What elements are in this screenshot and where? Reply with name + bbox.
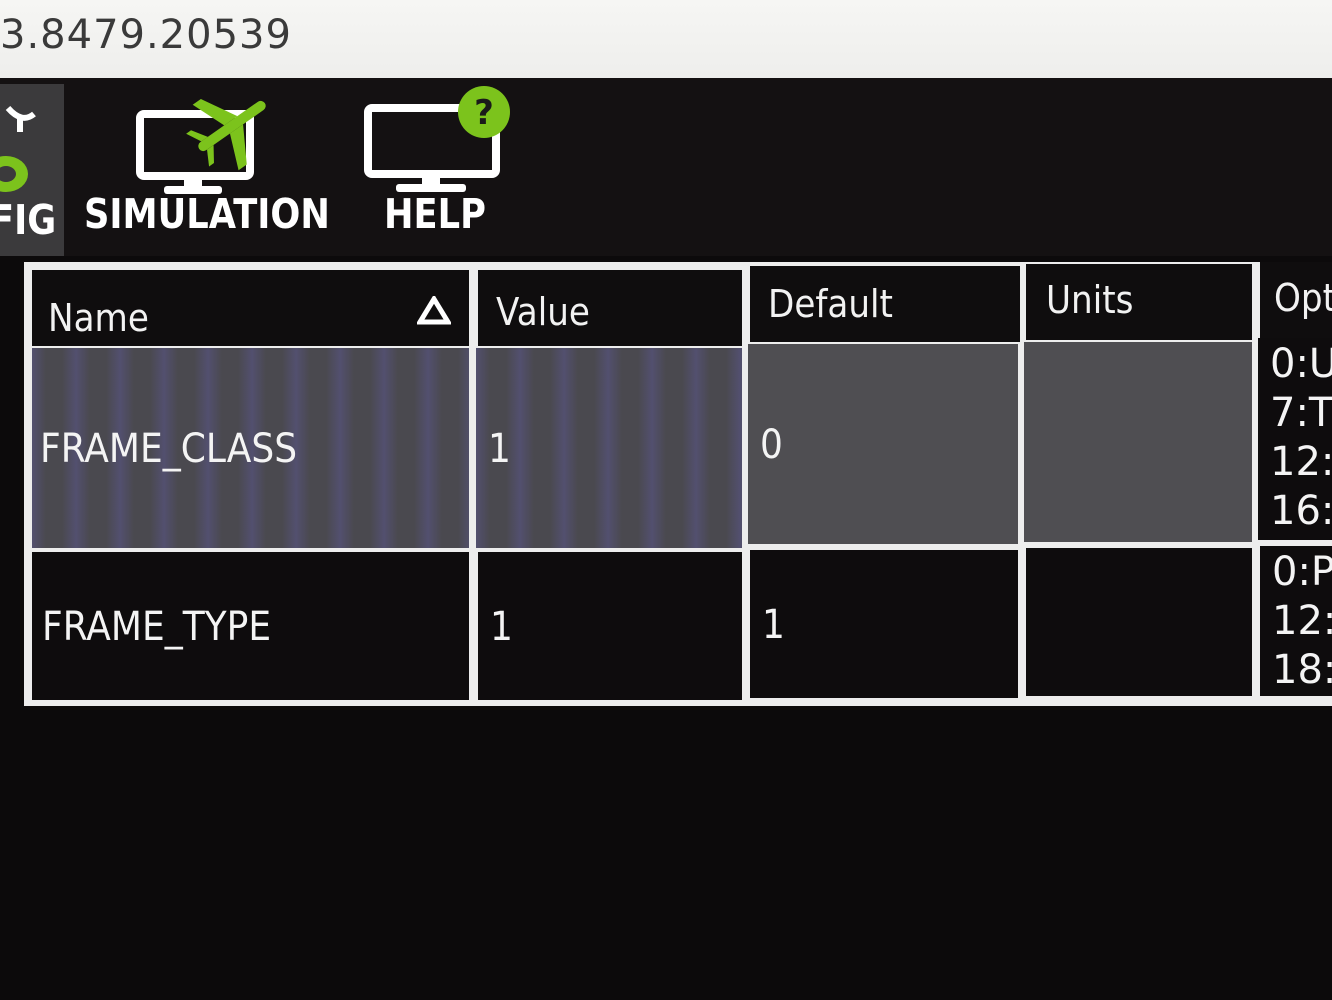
- table-row-2-options: 0:P 12: 18:: [1260, 546, 1332, 696]
- column-header-options-label: Opt: [1274, 276, 1332, 320]
- table-row-2-default: 1: [750, 550, 1018, 698]
- parameter-table: Name Value Default Units Opt FRAME_CLASS…: [24, 262, 1332, 706]
- simulation-button[interactable]: SIMULATION: [82, 78, 342, 256]
- param-value: 1: [488, 426, 511, 472]
- table-row-1-default: 0: [748, 344, 1018, 544]
- param-name: FRAME_TYPE: [42, 604, 272, 650]
- param-default: 1: [762, 602, 785, 648]
- option-line: 0:P: [1272, 549, 1332, 595]
- table-row-2-name[interactable]: FRAME_TYPE: [32, 552, 469, 700]
- table-row-1-units: [1024, 342, 1252, 542]
- config-button[interactable]: FIG: [0, 84, 64, 256]
- table-row-1-options: 0:U 7:T 12: 16:: [1258, 338, 1332, 540]
- title-bar: 3.8479.20539: [0, 0, 1332, 78]
- column-header-name-label: Name: [48, 296, 149, 340]
- column-header-value[interactable]: Value: [478, 270, 742, 346]
- column-header-value-label: Value: [496, 290, 590, 334]
- option-line: 18:: [1272, 647, 1332, 693]
- option-line: 16:: [1270, 488, 1332, 534]
- column-header-options[interactable]: Opt: [1260, 262, 1332, 338]
- option-line: 0:U: [1270, 341, 1332, 387]
- help-label: HELP: [384, 190, 486, 238]
- main-toolbar: FIG SIMULATION: [0, 78, 1332, 256]
- help-button[interactable]: ? HELP: [360, 78, 530, 256]
- param-value: 1: [490, 604, 513, 650]
- table-row-1-name[interactable]: FRAME_CLASS: [32, 348, 469, 548]
- simulation-label: SIMULATION: [84, 190, 330, 238]
- sort-ascending-icon: [417, 296, 451, 325]
- option-line: 12:: [1270, 439, 1332, 485]
- monitor-help-icon: ?: [364, 86, 510, 192]
- param-name: FRAME_CLASS: [40, 426, 298, 472]
- option-line: 7:T: [1270, 390, 1332, 436]
- param-default: 0: [760, 422, 783, 468]
- column-header-default[interactable]: Default: [750, 266, 1020, 342]
- monitor-airplane-icon: [136, 98, 266, 194]
- table-row-1-value[interactable]: 1: [476, 348, 742, 548]
- table-row-2-value[interactable]: 1: [478, 552, 742, 700]
- window-title: 3.8479.20539: [0, 12, 292, 58]
- column-header-units-label: Units: [1046, 278, 1134, 322]
- app-window: 3.8479.20539 FIG: [0, 0, 1332, 1000]
- svg-text:?: ?: [474, 93, 494, 133]
- column-header-default-label: Default: [768, 282, 893, 326]
- config-label: FIG: [0, 196, 57, 244]
- config-icon: [0, 105, 36, 192]
- table-row-2-units: [1026, 548, 1252, 696]
- column-header-units[interactable]: Units: [1026, 264, 1252, 340]
- column-header-name[interactable]: Name: [32, 270, 469, 346]
- option-line: 12:: [1272, 598, 1332, 644]
